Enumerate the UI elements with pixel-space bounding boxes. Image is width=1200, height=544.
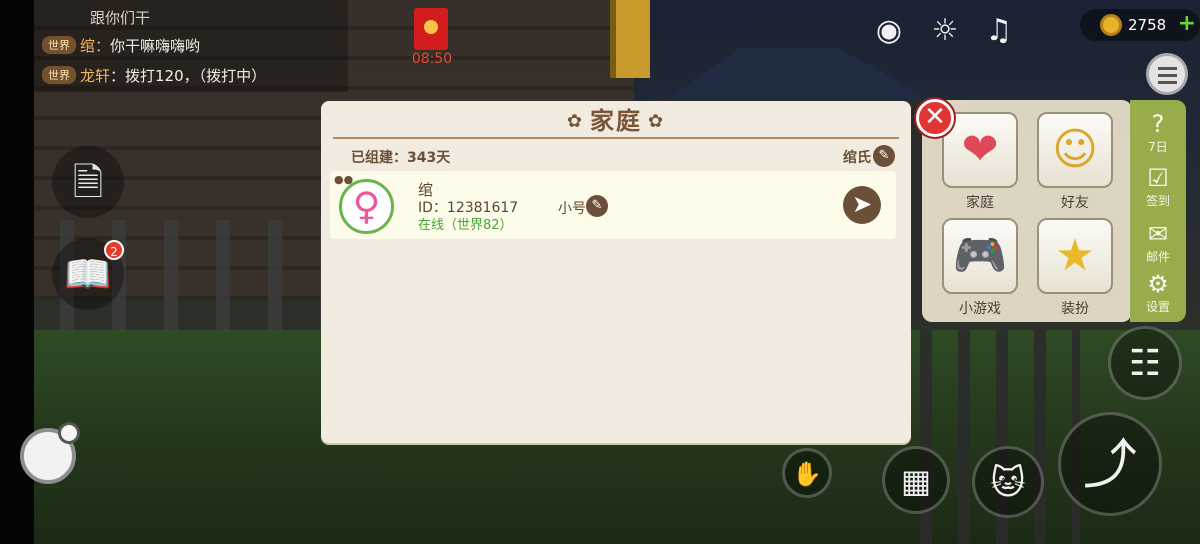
close-icon: ✕ [924, 102, 946, 132]
side-item-mail[interactable]: ✉ 邮件 [1130, 220, 1186, 265]
side-item-settings[interactable]: ⚙ 设置 [1130, 270, 1186, 315]
jump-icon: ⤴ [1083, 433, 1137, 496]
plus-icon[interactable]: + [1178, 13, 1196, 35]
visit-member-button[interactable]: ➤ [843, 186, 881, 224]
paw-icon: ✿ [648, 111, 666, 132]
map-icon: ▦ [900, 462, 932, 500]
world-channel-tag: 世界 [42, 66, 76, 84]
female-icon: ♀ [352, 184, 381, 228]
family-name: 绾氏 [843, 150, 871, 166]
red-envelope-timer: 08:50 [411, 51, 453, 67]
notebook-icon: 📖 [64, 252, 112, 296]
coin-icon [1100, 14, 1122, 36]
menu-tile-label: 好友 [1061, 195, 1089, 211]
member-online-status: 在线（世界82） [418, 218, 513, 233]
menu-tile-minigame[interactable]: 🎮 小游戏 [930, 218, 1030, 318]
mail-icon: ✉ [1147, 220, 1169, 248]
checkin-icon: ☑ [1147, 164, 1169, 192]
quick-menu-panel: ❤ 家庭 ☺ 好友 🎮 小游戏 ★ 装扮 [922, 100, 1132, 322]
paw-icon: ✿ [566, 111, 584, 132]
edit-role-icon[interactable]: ✎ [586, 195, 608, 217]
backpack-button[interactable]: ☷ [1108, 326, 1182, 400]
side-shortcut-strip: ? 7日 ☑ 签到 ✉ 邮件 ⚙ 设置 [1130, 100, 1186, 322]
chat-panel[interactable]: 跟你们干 世界 绾： 你干嘛嗨嗨哟 世界 龙轩 ：拨打120，（拨打中） [34, 0, 348, 92]
chat-message: 你干嘛嗨嗨哟 [110, 36, 201, 55]
world-channel-tag: 世界 [42, 36, 76, 54]
avatar[interactable]: ♀ [339, 179, 394, 234]
chat-line: 世界 龙轩 ：拨打120，（拨打中） [42, 60, 348, 90]
gamepad-icon: 🎮 [942, 218, 1018, 294]
side-item-label: 7日 [1148, 140, 1168, 154]
chat-message: ：拨打120，（拨打中） [110, 66, 267, 85]
heart-icon: ❤ [942, 112, 1018, 188]
chat-line: 跟你们干 [42, 4, 348, 30]
camera-icon[interactable]: ◉ [868, 11, 910, 51]
map-button[interactable]: ▦ [882, 446, 950, 514]
side-item-7day[interactable]: ? 7日 [1130, 110, 1186, 155]
side-item-label: 邮件 [1145, 250, 1170, 264]
gesture-button[interactable]: ✋ [782, 448, 832, 498]
close-dialog-button[interactable]: ✕ [916, 99, 954, 137]
sun-icon[interactable]: ☼ [924, 11, 966, 51]
wand-icon: ★ [1037, 218, 1113, 294]
pet-button[interactable]: 🐱 [972, 446, 1044, 518]
menu-tile-label: 装扮 [1061, 301, 1089, 317]
menu-tile-friends[interactable]: ☺ 好友 [1025, 112, 1125, 212]
chat-line: 世界 绾： 你干嘛嗨嗨哟 [42, 30, 348, 60]
hand-icon: ✋ [792, 460, 822, 488]
document-clock-icon: 🗎 [72, 160, 104, 204]
family-member-row[interactable]: ●● ♀ 绾 ID：12381617 在线（世界82） 小号 ✎ ➤ [330, 171, 896, 239]
coin-counter: 2758 + [1080, 9, 1200, 41]
family-founded-days: 已组建：343天 [351, 150, 451, 166]
title-divider [333, 137, 899, 139]
dialog-title: ✿ 家庭 ✿ [321, 101, 911, 139]
chat-sender: 龙轩 [80, 66, 111, 85]
edit-family-name-icon[interactable]: ✎ [873, 145, 895, 167]
notification-badge: 2 [104, 240, 124, 260]
family-dialog: ✿ 家庭 ✿ 已组建：343天 绾氏 ✎ ●● ♀ 绾 ID：12381617 在线… [321, 101, 911, 443]
side-item-checkin[interactable]: ☑ 签到 [1130, 164, 1186, 209]
cat-icon: 🐱 [990, 463, 1026, 503]
friends-icon: ☺ [1037, 112, 1113, 188]
gear-icon: ⚙ [1147, 270, 1169, 298]
music-icon[interactable]: ♫ [978, 11, 1020, 51]
side-item-label: 设置 [1145, 300, 1170, 314]
menu-tile-dressup[interactable]: ★ 装扮 [1025, 218, 1125, 318]
gold-post [610, 0, 650, 78]
member-role: 小号 [558, 201, 586, 217]
chat-message: 跟你们干 [90, 8, 151, 27]
side-item-label: 签到 [1145, 194, 1170, 208]
arrow-right-icon: ➤ [851, 190, 873, 218]
red-envelope-icon[interactable] [414, 8, 448, 50]
question-icon: ? [1151, 110, 1165, 138]
coin-amount: 2758 [1128, 16, 1167, 34]
task-log-button[interactable]: 🗎 [52, 146, 124, 218]
menu-tile-label: 家庭 [966, 195, 994, 211]
list-button[interactable] [1146, 53, 1188, 95]
backpack-icon: ☷ [1128, 343, 1162, 384]
dialog-title-text: 家庭 [590, 107, 642, 135]
jump-button[interactable]: ⤴ [1058, 412, 1162, 516]
chat-sender: 绾： [80, 36, 111, 55]
menu-tile-label: 小游戏 [959, 301, 1001, 317]
joystick-toggle[interactable] [58, 422, 80, 444]
